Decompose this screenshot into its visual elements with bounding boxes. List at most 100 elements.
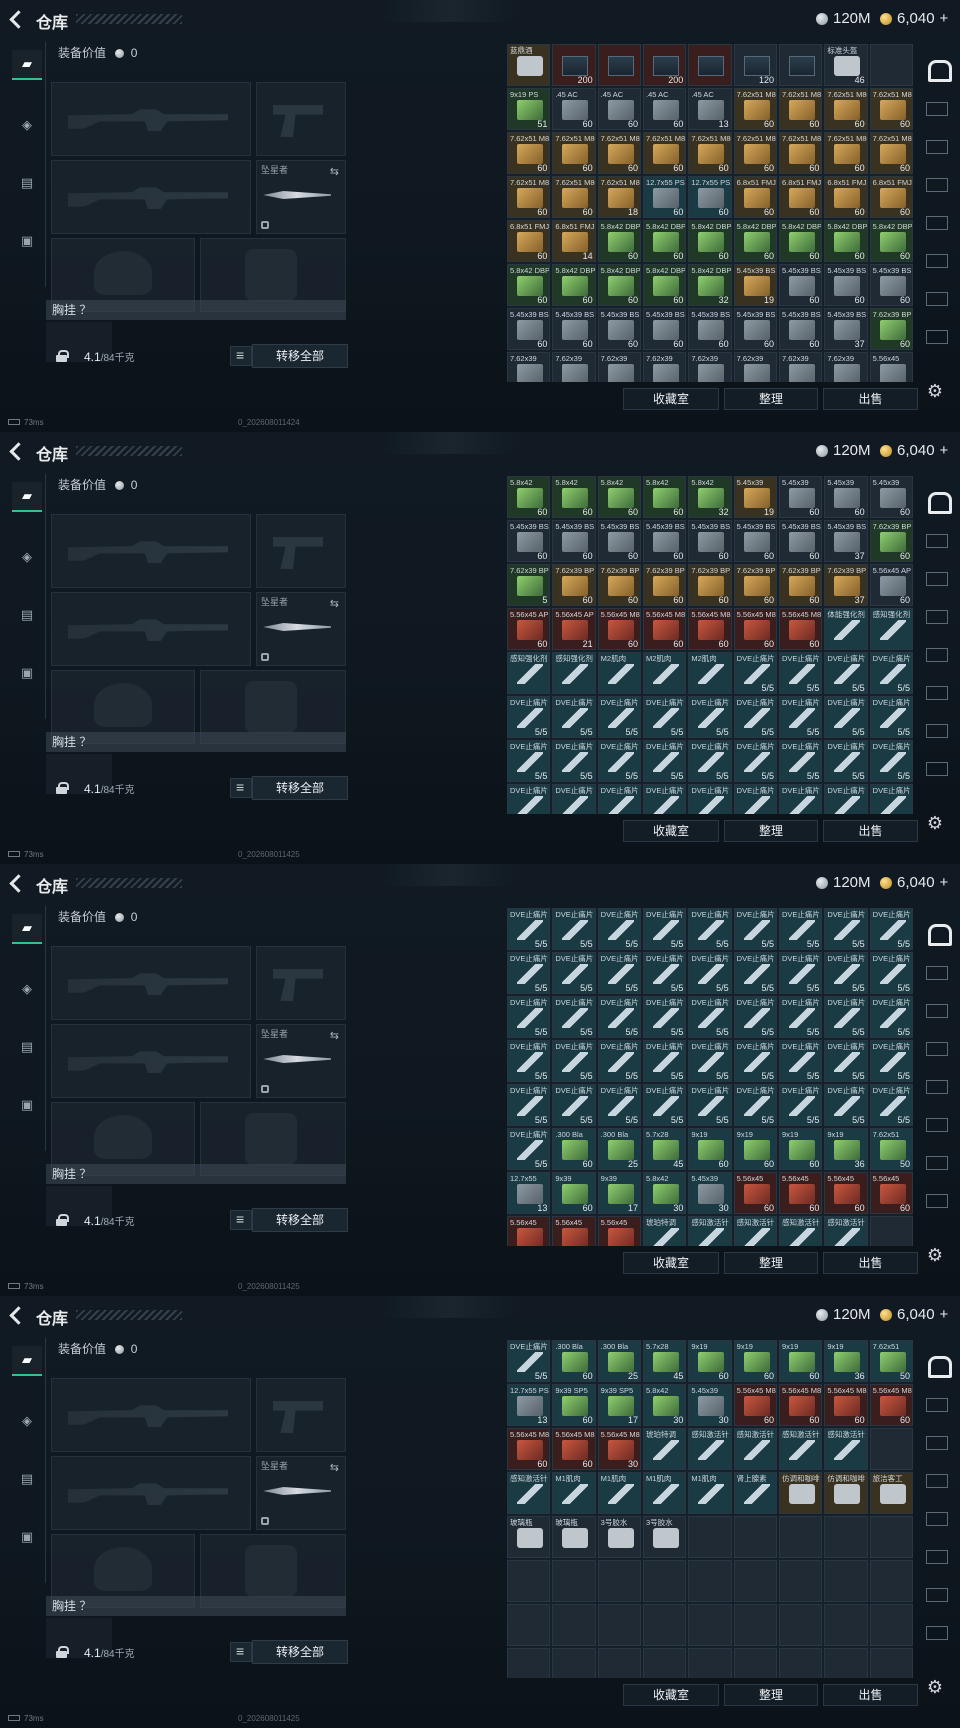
stash-item[interactable]: .45 AC 60 [597, 88, 641, 130]
stash-item[interactable]: .45 AC 60 [552, 88, 596, 130]
stash-item[interactable]: DVE止痛片 5/5 [688, 740, 732, 782]
stash-item[interactable]: DVE止痛片 [597, 784, 641, 814]
stash-item[interactable]: DVE止痛片 5/5 [552, 740, 596, 782]
stash-item[interactable]: 7.62x39 BP 5 [507, 564, 551, 606]
stash-item[interactable]: DVE止痛片 5/5 [778, 1040, 823, 1082]
lock-icon[interactable] [56, 350, 69, 362]
primary-weapon-slot[interactable] [51, 82, 251, 156]
back-arrow-icon[interactable] [8, 441, 26, 461]
stash-item[interactable]: 感知激活针 [778, 1428, 823, 1470]
stash-item[interactable]: DVE止痛片 [733, 784, 777, 814]
stash-item[interactable]: 3号胶水 [597, 1516, 641, 1558]
container-slot-icon[interactable] [922, 208, 952, 238]
stash-item[interactable]: 感知激活针 [824, 1428, 868, 1470]
stash-item[interactable]: DVE止痛片 [552, 784, 596, 814]
stash-item[interactable]: 5.8x42 DBP10 60 [778, 220, 823, 262]
stash-item[interactable]: 5.56x45 [597, 1216, 641, 1246]
stash-item[interactable]: 7.62x39 BP 60 [869, 308, 913, 350]
melee-slot[interactable]: 坠星者 ⇆ [256, 592, 346, 666]
stash-item[interactable]: DVE止痛片 5/5 [642, 908, 687, 950]
gear-icon[interactable]: ⚙ [924, 380, 946, 402]
sidearm-slot[interactable] [256, 514, 346, 588]
stash-item[interactable]: 标准头盔 46 [824, 44, 868, 86]
stash-item[interactable]: 7.62x39 BP 60 [552, 564, 596, 606]
stash-item[interactable]: 感知强化剂 [869, 608, 913, 650]
gold-plus[interactable]: + [940, 874, 949, 891]
transfer-all-button[interactable]: 转移全部 [252, 1208, 348, 1232]
stash-item[interactable]: 9x19 60 [688, 1128, 732, 1170]
transfer-all-button[interactable]: 转移全部 [252, 776, 348, 800]
stash-item[interactable]: .300 Bla 60 [552, 1340, 596, 1382]
stash-item[interactable]: DVE止痛片 [688, 784, 732, 814]
stash-item[interactable] [642, 1648, 687, 1678]
stash-item[interactable]: 感知激活针 [824, 1216, 868, 1246]
stash-item[interactable]: DVE止痛片 5/5 [824, 1040, 868, 1082]
gold-currency[interactable]: 6,040 + [880, 1306, 948, 1323]
stash-item[interactable]: DVE止痛片 5/5 [507, 1040, 551, 1082]
stash-item[interactable]: 5.56x45 AP 21 [552, 608, 596, 650]
stash-item[interactable]: 200 [642, 44, 687, 86]
stash-item[interactable]: 7.62x51 50 [869, 1128, 913, 1170]
stash-item[interactable]: 5.56x45 M855A1 60 [778, 608, 823, 650]
stash-item[interactable]: 5.45x39 BS 60 [778, 308, 823, 350]
stash-item[interactable]: 5.8x42 30 [642, 1384, 687, 1426]
stash-item[interactable]: DVE止痛片 5/5 [824, 696, 868, 738]
stash-item[interactable]: 5.8x42 60 [552, 476, 596, 518]
stash-item[interactable]: DVE止痛片 [869, 784, 913, 814]
armor-tab-icon[interactable]: ◈ [12, 1406, 42, 1436]
stash-item[interactable]: DVE止痛片 5/5 [733, 652, 777, 694]
sort-button[interactable]: 整理 [724, 1684, 818, 1706]
container-slot-icon[interactable] [922, 564, 952, 594]
backpack-icon[interactable] [922, 1350, 952, 1380]
swap-icon[interactable]: ⇆ [330, 1461, 339, 1474]
stash-item[interactable]: 7.62x51 M80 60 [824, 132, 868, 174]
sidearm-slot[interactable] [256, 1378, 346, 1452]
stash-item[interactable]: 5.8x42 60 [597, 476, 641, 518]
stash-item[interactable]: DVE止痛片 5/5 [733, 1084, 777, 1126]
stash-item[interactable] [778, 1604, 823, 1646]
stash-item[interactable]: 7.62x39 [552, 352, 596, 382]
stash-item[interactable] [688, 44, 732, 86]
stash-item[interactable]: 5.45x39 BS 60 [552, 520, 596, 562]
stash-item[interactable]: 5.45x39 BS 60 [597, 308, 641, 350]
stash-item[interactable] [733, 1516, 777, 1558]
stash-item[interactable]: 7.62x39 BP 60 [733, 564, 777, 606]
stash-item[interactable]: 12.7x55 PS12 60 [688, 176, 732, 218]
stash-item[interactable]: 5.8x42 DBP10 60 [642, 264, 687, 306]
stash-item[interactable]: DVE止痛片 5/5 [507, 1084, 551, 1126]
swap-icon[interactable]: ⇆ [330, 597, 339, 610]
stash-item[interactable]: 蓝鼎酒 [507, 44, 551, 86]
stash-item[interactable]: 5.8x42 DBP10 32 [688, 264, 732, 306]
briefcase-tab-icon[interactable]: ▣ [12, 658, 42, 688]
container-slot-icon[interactable] [922, 1148, 952, 1178]
stash-item[interactable]: 5.45x39 BS 37 [824, 308, 868, 350]
stash-item[interactable]: 120 [733, 44, 777, 86]
stash-item[interactable]: 5.45x39 BS 60 [869, 264, 913, 306]
stash-item[interactable]: DVE止痛片 5/5 [778, 952, 823, 994]
stash-item[interactable]: 9x39 SP5 17 [597, 1384, 641, 1426]
stash-item[interactable]: DVE止痛片 5/5 [733, 908, 777, 950]
stash-item[interactable]: DVE止痛片 5/5 [507, 1128, 551, 1170]
stash-item[interactable]: 6.8x51 FMJ 60 [869, 176, 913, 218]
stash-item[interactable]: 7.62x51 M80 60 [778, 88, 823, 130]
stash-item[interactable]: 7.62x51 M80 60 [507, 132, 551, 174]
stash-item[interactable]: 7.62x51 M80 60 [597, 132, 641, 174]
sort-button[interactable]: 整理 [724, 820, 818, 842]
container-slot-icon[interactable] [922, 640, 952, 670]
stash-item[interactable]: 5.45x39 BS 60 [642, 520, 687, 562]
stash-item[interactable]: DVE止痛片 5/5 [869, 996, 913, 1038]
stash-item[interactable]: 5.45x39 60 [869, 476, 913, 518]
stash-item[interactable]: DVE止痛片 5/5 [824, 908, 868, 950]
stash-room-button[interactable]: 收藏室 [623, 1252, 719, 1274]
stash-item[interactable] [507, 1560, 551, 1602]
stash-item[interactable] [778, 1648, 823, 1678]
stash-item[interactable]: 5.8x42 60 [642, 476, 687, 518]
stash-item[interactable] [824, 1560, 868, 1602]
stash-item[interactable]: 5.45x39 60 [778, 476, 823, 518]
stash-item[interactable]: DVE止痛片 5/5 [869, 652, 913, 694]
stash-item[interactable]: 感知激活针 [507, 1472, 551, 1514]
stash-item[interactable]: DVE止痛片 5/5 [507, 996, 551, 1038]
stash-item[interactable]: DVE止痛片 5/5 [507, 696, 551, 738]
stash-item[interactable]: 12.7x55 13 [507, 1172, 551, 1214]
stash-item[interactable]: DVE止痛片 5/5 [824, 996, 868, 1038]
